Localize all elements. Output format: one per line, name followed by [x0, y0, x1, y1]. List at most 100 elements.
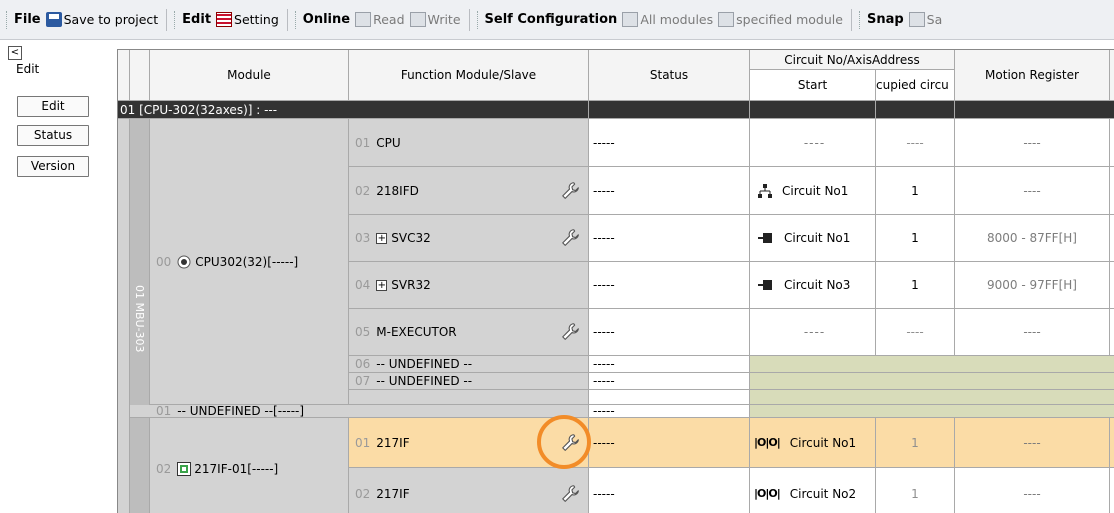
rack-cell[interactable]: 01 MBU-303	[130, 119, 150, 513]
function-module-name: 217IF	[376, 435, 410, 450]
all-modules-button[interactable]: All modules	[622, 12, 713, 27]
collapse-panel-button[interactable]: <	[8, 46, 22, 60]
snap-save-label: Sa	[926, 12, 943, 27]
toolbar-grip[interactable]	[174, 10, 177, 29]
save-icon	[45, 12, 62, 27]
motion-register-cell: ----	[955, 309, 1110, 356]
next-column-cell	[1110, 215, 1114, 262]
servo-connector-icon	[758, 233, 772, 243]
edit-menu[interactable]: Edit	[182, 12, 211, 27]
edit-mode-button[interactable]: Edit	[17, 96, 89, 117]
status-cell: -----	[589, 373, 750, 390]
toolbar: File Save to project Edit Setting Online…	[0, 0, 1114, 40]
edit-group: Edit Setting	[182, 8, 284, 32]
motion-register-cell: 8000 - 87FF[H]	[955, 215, 1110, 262]
module-217if-01[interactable]: 02 217IF-01[-----]	[150, 418, 349, 513]
left-panel-title: Edit	[16, 62, 40, 76]
specified-module-button[interactable]: specified module	[718, 12, 843, 27]
table-setting-icon	[216, 12, 233, 27]
module-cpu302[interactable]: 00 CPU302(32)[-----]	[150, 119, 349, 405]
status-cell: -----	[589, 356, 750, 373]
group-row-motion	[955, 101, 1114, 119]
function-module-name: -- UNDEFINED --	[376, 357, 473, 371]
occupied-cell: 1	[876, 215, 955, 262]
start-cell: Circuit No3	[750, 262, 876, 309]
column-header-circuit[interactable]: Circuit No/AxisAddress	[750, 50, 955, 70]
function-module-row[interactable]: 05 M-EXECUTOR	[349, 309, 589, 356]
function-module-name: SVC32	[391, 231, 431, 245]
toolbar-grip[interactable]	[858, 10, 862, 29]
toolbar-grip[interactable]	[476, 10, 480, 29]
start-cell: Circuit No1	[750, 167, 876, 215]
read-icon	[355, 12, 372, 27]
next-column-cell	[1110, 262, 1114, 309]
motion-register-cell: ----	[955, 468, 1110, 513]
status-cell: -----	[589, 262, 750, 309]
toolbar-separator	[850, 8, 852, 31]
status-cell: -----	[589, 468, 750, 513]
version-mode-button[interactable]: Version	[17, 156, 89, 177]
setting-button[interactable]: Setting	[216, 12, 279, 27]
function-module-row[interactable]: 02 218IFD	[349, 167, 589, 215]
function-module-row[interactable]: 02 217IF	[349, 468, 589, 513]
function-module-name: -- UNDEFINED --	[376, 374, 473, 388]
status-cell: -----	[589, 309, 750, 356]
communication-module-icon	[177, 461, 192, 476]
wrench-icon[interactable]	[560, 483, 582, 505]
column-header-occupied[interactable]: cupied circu	[876, 70, 955, 101]
function-module-row[interactable]: 07 -- UNDEFINED --	[349, 373, 589, 390]
expand-icon[interactable]: +	[376, 279, 388, 291]
file-menu[interactable]: File	[14, 12, 41, 27]
motion-register-value: ----	[1023, 135, 1041, 150]
rack-header	[130, 50, 150, 101]
read-button[interactable]: Read	[355, 12, 405, 27]
setting-label: Setting	[234, 12, 279, 27]
wrench-icon[interactable]	[560, 321, 582, 343]
all-modules-icon	[622, 12, 639, 27]
start-value: ----	[803, 325, 826, 339]
io-icon: |O|O|	[754, 436, 781, 449]
module-slot-number: 01	[156, 405, 172, 418]
function-module-row[interactable]: 06 -- UNDEFINED --	[349, 356, 589, 373]
wrench-icon[interactable]	[560, 180, 582, 202]
motion-register-value: ----	[1023, 435, 1041, 450]
start-value: Circuit No1	[782, 183, 849, 198]
next-column-cell	[1110, 167, 1114, 215]
occupied-value: ----	[906, 325, 924, 339]
function-module-row[interactable]: 04 + SVR32	[349, 262, 589, 309]
expand-icon[interactable]: +	[376, 232, 388, 244]
motion-register-value: 8000 - 87FF[H]	[987, 231, 1077, 245]
start-cell: |O|O| Circuit No1	[750, 418, 876, 468]
toolbar-grip[interactable]	[294, 10, 298, 29]
module-undefined[interactable]: 01 -- UNDEFINED --[-----]	[130, 405, 589, 418]
function-module-name: CPU	[376, 135, 401, 150]
snap-menu[interactable]: Snap	[867, 12, 904, 27]
self-configuration-menu[interactable]: Self Configuration	[485, 12, 618, 27]
wrench-icon[interactable]	[560, 227, 582, 249]
left-panel: < Edit Edit Status Version	[0, 40, 98, 513]
column-header-module[interactable]: Module	[150, 50, 349, 101]
highlight-ring	[537, 415, 591, 469]
app-window: { "toolbar": { "file": {"title": "File",…	[0, 0, 1114, 513]
module-name: -- UNDEFINED --[-----]	[177, 405, 305, 418]
snap-save-button[interactable]: Sa	[908, 12, 943, 27]
column-header-motion-register[interactable]: Motion Register	[955, 50, 1110, 101]
save-to-project-button[interactable]: Save to project	[45, 12, 158, 27]
status-value: -----	[593, 135, 615, 150]
function-module-row[interactable]: 01 CPU	[349, 119, 589, 167]
module-configuration-grid: Module Function Module/Slave Status Circ…	[117, 49, 1114, 513]
status-mode-button[interactable]: Status	[17, 125, 89, 146]
online-menu[interactable]: Online	[303, 12, 350, 27]
column-header-status[interactable]: Status	[589, 50, 750, 101]
function-module-row[interactable]: 03 + SVC32	[349, 215, 589, 262]
column-header-start[interactable]: Start	[750, 70, 876, 101]
toolbar-grip[interactable]	[6, 10, 9, 29]
cpu-group-row[interactable]: 01 [CPU-302(32axes)] : ---	[118, 101, 589, 119]
network-icon	[758, 183, 772, 198]
status-value: -----	[593, 405, 615, 418]
column-header-function-module[interactable]: Function Module/Slave	[349, 50, 589, 101]
start-cell: ----	[750, 309, 876, 356]
row-indent	[118, 119, 130, 513]
function-module-name: SVR32	[391, 278, 431, 292]
write-button[interactable]: Write	[409, 12, 461, 27]
